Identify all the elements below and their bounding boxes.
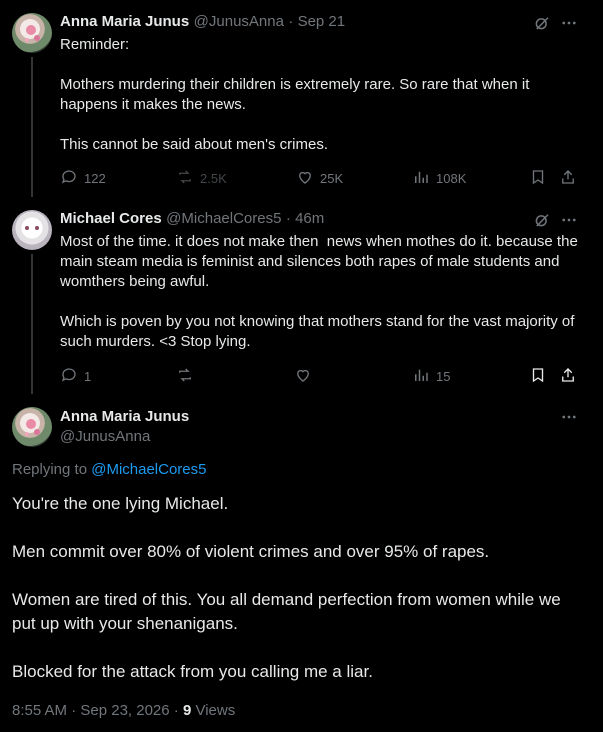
views-icon (412, 366, 430, 387)
grok-icon[interactable] (533, 14, 551, 32)
author-name[interactable]: Anna Maria Junus (60, 13, 189, 30)
author-handle[interactable]: @MichaelCores5 (166, 210, 281, 227)
post-text: You're the one lying Michael. Men commit… (12, 494, 561, 681)
author-name[interactable]: Anna Maria Junus (60, 408, 189, 425)
repost-button[interactable] (176, 366, 194, 387)
post-timestamp[interactable]: 8:55 AM · Sep 23, 2026 · (12, 702, 179, 719)
replying-label: Replying to (12, 461, 88, 478)
author-name[interactable]: Michael Cores (60, 210, 162, 227)
reply-icon (60, 366, 78, 387)
views-count: 15 (436, 369, 451, 384)
reply-count: 122 (84, 171, 106, 186)
avatar[interactable] (12, 13, 52, 53)
avatar[interactable] (12, 407, 52, 447)
views-button[interactable]: 108K (412, 168, 466, 189)
post-time[interactable]: · Sep 21 (288, 13, 345, 30)
reply-button[interactable]: 1 (60, 366, 91, 387)
views-label: Views (195, 702, 236, 719)
post-time[interactable]: · 46m (286, 210, 324, 227)
repost-count: 2.5K (200, 171, 227, 186)
grok-icon[interactable] (533, 211, 551, 229)
more-icon[interactable] (560, 211, 578, 229)
bookmark-icon[interactable] (529, 168, 547, 186)
repost-icon (176, 366, 194, 387)
repost-button[interactable]: 2.5K (176, 168, 227, 189)
replying-to-link[interactable]: @MichaelCores5 (91, 461, 206, 478)
share-icon[interactable] (559, 366, 577, 384)
heart-icon (296, 168, 314, 189)
views-count: 108K (436, 171, 467, 186)
reply-icon (60, 168, 78, 189)
like-count: 25K (320, 171, 344, 186)
post-text: Most of the time. it does not make then … (60, 233, 578, 350)
heart-icon (294, 366, 312, 387)
like-button[interactable]: 25K (296, 168, 343, 189)
share-icon[interactable] (559, 168, 577, 186)
views-button[interactable]: 15 (412, 366, 450, 387)
more-icon[interactable] (560, 408, 578, 426)
views-icon (412, 168, 430, 189)
more-icon[interactable] (560, 14, 578, 32)
reply-count: 1 (84, 369, 92, 384)
avatar[interactable] (12, 210, 52, 250)
like-button[interactable] (294, 366, 312, 387)
thread-line (31, 57, 33, 197)
post-text: Reminder: Mothers murdering their childr… (60, 36, 530, 153)
repost-icon (176, 168, 194, 189)
bookmark-icon[interactable] (529, 366, 547, 384)
author-handle[interactable]: @JunusAnna (194, 13, 284, 30)
author-handle[interactable]: @JunusAnna (60, 428, 150, 445)
views-count: 9 (182, 702, 192, 719)
reply-button[interactable]: 122 (60, 168, 106, 189)
thread-line (31, 254, 33, 394)
